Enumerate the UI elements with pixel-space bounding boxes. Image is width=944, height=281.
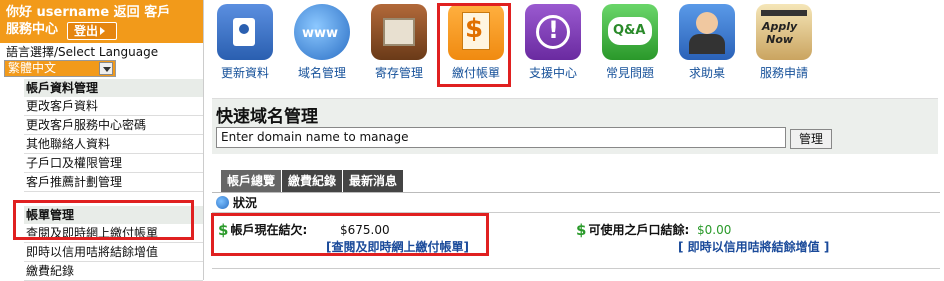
sidebar-item-referral[interactable]: 客戶推薦計劃管理 bbox=[24, 173, 203, 192]
quick-domain-title: 快速域名管理 bbox=[216, 107, 318, 127]
toolbar-hosting[interactable]: 寄存管理 bbox=[366, 4, 432, 81]
toolbar-faq[interactable]: Q&A 常見問題 bbox=[597, 4, 663, 81]
toolbar-label: 域名管理 bbox=[297, 66, 346, 80]
sidebar-item-topup-credit[interactable]: 即時以信用咭將結餘增值 bbox=[24, 243, 203, 262]
status-heading-text: 狀況 bbox=[233, 196, 258, 210]
toolbar-label: 常見問題 bbox=[605, 66, 654, 80]
client-center-link[interactable]: 服務中心 bbox=[6, 22, 58, 37]
sidebar-item-payment-history[interactable]: 繳費紀錄 bbox=[24, 262, 203, 281]
logout-label: 登出 bbox=[74, 24, 99, 38]
toolbar-label: 求助桌 bbox=[688, 66, 725, 80]
sidebar-item-change-password[interactable]: 更改客戶服務中心密碼 bbox=[24, 116, 203, 135]
highlight-box bbox=[437, 3, 511, 87]
qa-bubble-icon: Q&A bbox=[602, 4, 658, 60]
sidebar-item-subaccounts[interactable]: 子戶口及權限管理 bbox=[24, 154, 203, 173]
helpdesk-agent-icon bbox=[679, 4, 735, 60]
tab-payment-history[interactable]: 繳費紀錄 bbox=[282, 170, 343, 192]
manage-button[interactable]: 管理 bbox=[790, 129, 832, 149]
toolbar: 更新資料 www 域名管理 寄存管理 $ 繳付帳單 ! 支援中心 Q&A 常見問… bbox=[212, 0, 942, 90]
domain-input[interactable]: Enter domain name to manage bbox=[216, 127, 786, 148]
language-select[interactable]: 繁體中文 bbox=[4, 60, 116, 77]
credit-label: 可使用之戶口結餘: bbox=[588, 223, 690, 237]
language-value: 繁體中文 bbox=[8, 61, 57, 75]
tab-account-overview[interactable]: 帳戶總覽 bbox=[221, 170, 282, 192]
language-label: 語言選擇/Select Language bbox=[6, 45, 159, 59]
account-group-title: 帳戶資料管理 bbox=[24, 79, 203, 97]
toolbar-apply-service[interactable]: Apply Now 服務申請 bbox=[751, 4, 817, 81]
toolbar-helpdesk[interactable]: 求助桌 bbox=[674, 4, 740, 81]
tab-latest-news[interactable]: 最新消息 bbox=[343, 170, 404, 192]
globe-icon bbox=[216, 196, 229, 209]
toolbar-support[interactable]: ! 支援中心 bbox=[520, 4, 586, 81]
status-heading: 狀況 bbox=[212, 193, 940, 213]
exclamation-icon: ! bbox=[525, 4, 581, 60]
toolbar-label: 服務申請 bbox=[759, 66, 808, 80]
www-globe-icon: www bbox=[294, 4, 350, 60]
quick-domain-panel: 快速域名管理 Enter domain name to manage 管理 bbox=[212, 98, 938, 154]
toolbar-domain-manage[interactable]: www 域名管理 bbox=[289, 4, 355, 81]
tab-bar: 帳戶總覽 繳費紀錄 最新消息 bbox=[221, 170, 404, 192]
sidebar-item-update-profile[interactable]: 更改客戶資料 bbox=[24, 97, 203, 116]
highlight-box bbox=[211, 213, 489, 256]
welcome-text: 你好 username 返回 客戶 bbox=[6, 5, 171, 20]
apply-now-notepad-icon: Apply Now bbox=[756, 4, 812, 60]
toolbar-label: 更新資料 bbox=[220, 66, 269, 80]
credit-amount: $0.00 bbox=[697, 223, 732, 237]
welcome-banner: 你好 username 返回 客戶 服務中心 登出 bbox=[0, 0, 203, 43]
dollar-icon: $ bbox=[576, 221, 587, 239]
arrow-right-icon bbox=[100, 27, 106, 35]
highlight-box bbox=[13, 200, 194, 240]
toolbar-label: 寄存管理 bbox=[374, 66, 423, 80]
divider bbox=[212, 268, 940, 269]
credit-label-row: $ 可使用之戶口結餘: bbox=[576, 221, 689, 239]
toolbar-label: 支援中心 bbox=[528, 66, 577, 80]
logout-button[interactable]: 登出 bbox=[67, 22, 117, 40]
topup-credit-link[interactable]: [ 即時以信用咭將結餘增值 ] bbox=[678, 238, 829, 255]
toolbar-update-profile[interactable]: 更新資料 bbox=[212, 4, 278, 81]
chevron-down-icon[interactable] bbox=[99, 62, 113, 75]
contacts-book-icon bbox=[217, 4, 273, 60]
server-box-icon bbox=[371, 4, 427, 60]
sidebar-item-other-contacts[interactable]: 其他聯絡人資料 bbox=[24, 135, 203, 154]
